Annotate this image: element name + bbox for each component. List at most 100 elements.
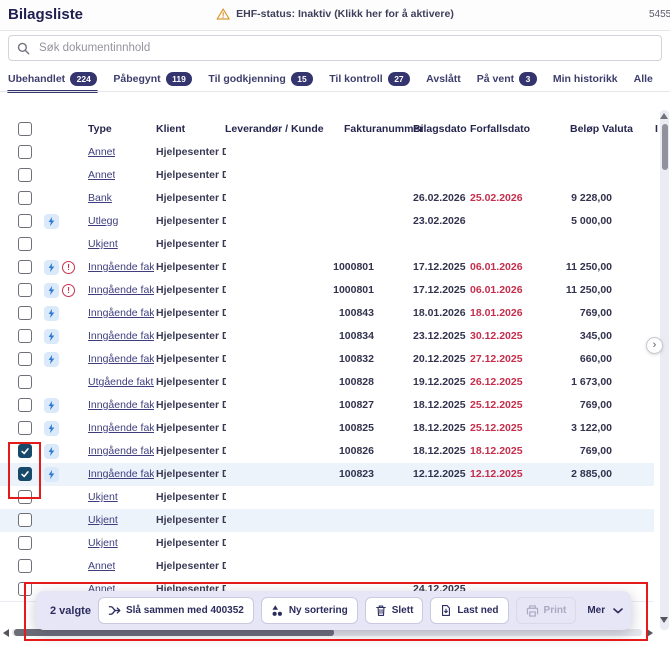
row-checkbox[interactable]	[18, 467, 32, 481]
lightning-icon	[44, 306, 59, 321]
tab-alle[interactable]: Alle	[634, 73, 653, 85]
tab-til-kontroll[interactable]: Til kontroll27	[329, 72, 410, 86]
document-type-link[interactable]: Inngående fakt…	[88, 348, 154, 371]
document-type-link[interactable]: Inngående fakt…	[88, 394, 154, 417]
tab-label: På vent	[477, 73, 514, 85]
document-type-link[interactable]: Annet	[88, 555, 115, 578]
table-row[interactable]: Inngående fakt…Hjelpesenter De…10083220.…	[0, 348, 654, 372]
chevron-down-icon	[613, 608, 623, 614]
klient-cell: Hjelpesenter De…	[156, 417, 226, 440]
table-row[interactable]: Inngående fakt…Hjelpesenter De…10082718.…	[0, 394, 654, 418]
tab-avslått[interactable]: Avslått	[426, 73, 461, 85]
lightning-glyph	[47, 331, 56, 342]
document-type-link[interactable]: Annet	[88, 164, 115, 187]
document-type-link[interactable]: Inngående fakt…	[88, 302, 154, 325]
new-sorting-button[interactable]: Ny sortering	[261, 597, 358, 624]
document-type-link[interactable]: Inngående fakt…	[88, 279, 154, 302]
document-type-link[interactable]: Annet	[88, 141, 115, 164]
lightning-icon	[44, 283, 59, 298]
table-row[interactable]: AnnetHjelpesenter De…	[0, 164, 654, 188]
select-all-checkbox[interactable]	[18, 122, 32, 136]
document-type-link[interactable]: Ukjent	[88, 486, 118, 509]
scroll-right-arrow[interactable]	[647, 629, 653, 637]
row-checkbox[interactable]	[18, 306, 32, 320]
merge-button[interactable]: Slå sammen med 400352	[98, 597, 254, 624]
scroll-left-arrow[interactable]	[3, 629, 9, 637]
col-header-bilagsdato[interactable]: Bilagsdato	[413, 118, 467, 141]
row-checkbox[interactable]	[18, 398, 32, 412]
row-checkbox[interactable]	[18, 536, 32, 550]
row-checkbox[interactable]	[18, 559, 32, 573]
tab-til-godkjenning[interactable]: Til godkjenning15	[208, 72, 313, 86]
more-button[interactable]: Mer	[583, 597, 627, 624]
row-checkbox[interactable]	[18, 191, 32, 205]
col-header-belop-valuta[interactable]: Beløp Valuta	[558, 118, 633, 141]
table-row[interactable]: UkjentHjelpesenter De…	[0, 486, 654, 510]
row-checkbox[interactable]	[18, 168, 32, 182]
tab-på-vent[interactable]: På vent 3	[477, 72, 537, 86]
row-checkbox[interactable]	[18, 444, 32, 458]
table-row[interactable]: UkjentHjelpesenter De…	[0, 233, 654, 257]
document-type-link[interactable]: Ukjent	[88, 509, 118, 532]
row-checkbox[interactable]	[18, 513, 32, 527]
document-type-link[interactable]: Inngående fakt…	[88, 256, 154, 279]
scroll-up-arrow[interactable]	[660, 113, 668, 119]
table-row[interactable]: Inngående fakt…Hjelpesenter De…10084318.…	[0, 302, 654, 326]
document-type-link[interactable]: Inngående fakt…	[88, 417, 154, 440]
row-checkbox[interactable]	[18, 375, 32, 389]
document-type-link[interactable]: Inngående fakt…	[88, 463, 154, 486]
bilagsdato-cell: 23.12.2025	[413, 325, 466, 348]
bilagsdato-cell: 19.12.2025	[413, 371, 466, 394]
klient-cell: Hjelpesenter De…	[156, 555, 226, 578]
row-checkbox[interactable]	[18, 582, 32, 596]
document-type-link[interactable]: Ukjent	[88, 233, 118, 256]
table-row[interactable]: Inngående fakt…Hjelpesenter De…10082518.…	[0, 417, 654, 441]
col-header-leverandor[interactable]: Leverandør / Kunde	[225, 118, 324, 141]
col-header-klient[interactable]: Klient	[156, 118, 185, 141]
table-row[interactable]: !Inngående fakt…Hjelpesenter De…10008011…	[0, 256, 654, 280]
col-header-type[interactable]: Type	[88, 118, 112, 141]
table-row[interactable]: Annet Hjelpesenter De…	[0, 555, 654, 579]
vertical-scrollbar-thumb[interactable]	[662, 124, 668, 170]
document-type-link[interactable]: Utlegg	[88, 210, 118, 233]
table-row[interactable]: Inngående fakt…Hjelpesenter De…10082618.…	[0, 440, 654, 464]
col-header-fakturanummer[interactable]: Fakturanummer	[344, 118, 423, 141]
row-checkbox[interactable]	[18, 352, 32, 366]
belop-cell: 9 228,00	[518, 187, 612, 210]
tab-ubehandlet[interactable]: Ubehandlet224	[8, 72, 97, 86]
table-row[interactable]: UkjentHjelpesenter De…	[0, 509, 654, 533]
row-checkbox[interactable]	[18, 421, 32, 435]
delete-button[interactable]: Slett	[365, 597, 424, 624]
horizontal-next-button[interactable]: ›	[646, 337, 663, 354]
row-checkbox[interactable]	[18, 214, 32, 228]
document-type-link[interactable]: Bank	[88, 187, 112, 210]
row-checkbox[interactable]	[18, 329, 32, 343]
tab-påbegynt[interactable]: Påbegynt119	[113, 72, 192, 86]
ehf-status-link[interactable]: EHF-status: Inaktiv (Klikk her for å akt…	[216, 8, 454, 20]
vertical-scrollbar-track[interactable]	[660, 110, 669, 630]
scroll-down-arrow[interactable]	[660, 617, 668, 623]
table-row[interactable]: UkjentHjelpesenter De…	[0, 532, 654, 556]
document-type-link[interactable]: Ukjent	[88, 532, 118, 555]
table-row[interactable]: AnnetHjelpesenter De…	[0, 141, 654, 165]
horizontal-scrollbar-thumb[interactable]	[14, 629, 334, 636]
document-type-link[interactable]: Inngående fakt…	[88, 440, 154, 463]
col-header-forfallsdato[interactable]: Forfallsdato	[470, 118, 530, 141]
tab-min-historikk[interactable]: Min historikk	[553, 73, 618, 85]
tab-count-badge: 3	[519, 72, 537, 86]
table-row[interactable]: Inngående fakt…Hjelpesenter De…10083423.…	[0, 325, 654, 349]
download-button[interactable]: Last ned	[430, 597, 508, 624]
table-row[interactable]: Inngående fakt…Hjelpesenter De…10082312.…	[0, 463, 654, 487]
table-row[interactable]: BankHjelpesenter De…26.02.202625.02.2026…	[0, 187, 654, 211]
document-type-link[interactable]: Utgående faktu…	[88, 371, 154, 394]
row-checkbox[interactable]	[18, 237, 32, 251]
search-input[interactable]	[37, 41, 653, 55]
row-checkbox[interactable]	[18, 260, 32, 274]
table-row[interactable]: UtleggHjelpesenter De…23.02.20265 000,00	[0, 210, 654, 234]
row-checkbox[interactable]	[18, 490, 32, 504]
row-checkbox[interactable]	[18, 283, 32, 297]
table-row[interactable]: Utgående faktu…Hjelpesenter De…10082819.…	[0, 371, 654, 395]
row-checkbox[interactable]	[18, 145, 32, 159]
table-row[interactable]: !Inngående fakt…Hjelpesenter De…10008011…	[0, 279, 654, 303]
document-type-link[interactable]: Inngående fakt…	[88, 325, 154, 348]
